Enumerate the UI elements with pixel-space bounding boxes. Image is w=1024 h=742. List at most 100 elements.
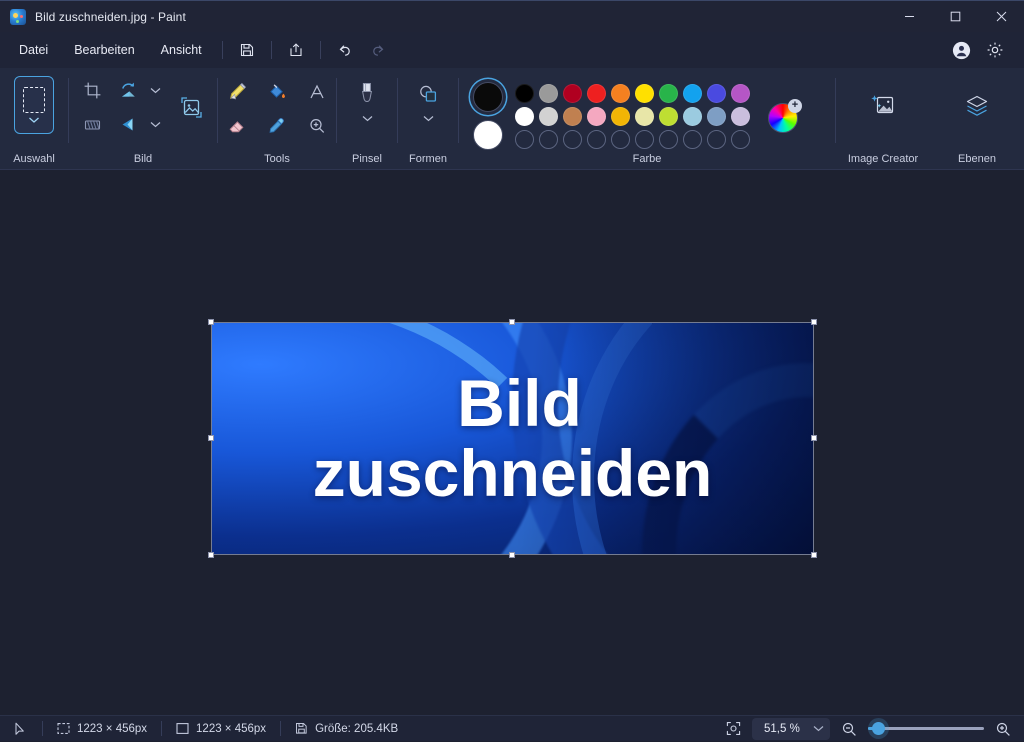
image-selection[interactable]: Bild zuschneiden xyxy=(212,323,813,554)
resize-image-icon[interactable] xyxy=(171,87,211,127)
pencil-icon[interactable] xyxy=(218,76,256,108)
secondary-color-swatch[interactable] xyxy=(473,120,503,150)
close-button[interactable] xyxy=(978,1,1024,33)
title-bar[interactable]: Bild zuschneiden.jpg - Paint xyxy=(0,0,1024,32)
redo-icon[interactable] xyxy=(364,36,394,64)
selection-handle-n[interactable] xyxy=(509,319,515,325)
color-swatch-r3-c1[interactable] xyxy=(515,130,534,149)
brush-icon[interactable] xyxy=(350,78,384,110)
flip-chevron-down-icon[interactable] xyxy=(147,108,163,140)
color-swatch-r1-c9[interactable] xyxy=(707,84,726,103)
image-creator-icon[interactable] xyxy=(851,80,915,132)
color-swatch-r2-c8[interactable] xyxy=(683,107,702,126)
ribbon-group-tools: Tools xyxy=(218,68,336,169)
rotate-chevron-down-icon[interactable] xyxy=(147,74,163,106)
menu-item-bearbeiten[interactable]: Bearbeiten xyxy=(62,36,146,64)
color-swatch-r1-c8[interactable] xyxy=(683,84,702,103)
color-swatch-r2-c5[interactable] xyxy=(611,107,630,126)
color-picker-icon[interactable] xyxy=(258,110,296,142)
crop-icon[interactable] xyxy=(75,74,109,106)
color-swatch-r2-c10[interactable] xyxy=(731,107,750,126)
gear-icon[interactable] xyxy=(980,35,1010,65)
color-swatch-r2-c6[interactable] xyxy=(635,107,654,126)
color-swatch-r2-c3[interactable] xyxy=(563,107,582,126)
selection-handle-sw[interactable] xyxy=(208,552,214,558)
menu-divider xyxy=(222,41,223,59)
flip-icon[interactable] xyxy=(111,108,145,140)
color-swatch-r1-c7[interactable] xyxy=(659,84,678,103)
paint-palette-icon xyxy=(10,9,26,25)
selection-handle-nw[interactable] xyxy=(208,319,214,325)
color-swatch-r2-c4[interactable] xyxy=(587,107,606,126)
menu-divider-2 xyxy=(271,41,272,59)
maximize-button[interactable] xyxy=(932,1,978,33)
canvas-area[interactable]: Windows-FAQ Bild zuschneiden xyxy=(0,170,1024,715)
color-swatch-r3-c8[interactable] xyxy=(683,130,702,149)
color-swatch-r3-c2[interactable] xyxy=(539,130,558,149)
color-swatch-r2-c2[interactable] xyxy=(539,107,558,126)
selection-handle-se[interactable] xyxy=(811,552,817,558)
primary-color-swatch[interactable] xyxy=(473,82,503,112)
zoom-in-button[interactable] xyxy=(992,718,1014,740)
account-avatar-icon[interactable] xyxy=(946,35,976,65)
color-swatch-r3-c5[interactable] xyxy=(611,130,630,149)
formen-chevron-down-icon[interactable] xyxy=(423,110,434,126)
color-swatch-r3-c7[interactable] xyxy=(659,130,678,149)
selection-size-icon xyxy=(57,722,70,735)
color-swatch-r1-c1[interactable] xyxy=(515,84,534,103)
menu-divider-3 xyxy=(320,41,321,59)
selection-handle-s[interactable] xyxy=(509,552,515,558)
color-swatch-r1-c6[interactable] xyxy=(635,84,654,103)
rectangular-selection-icon[interactable] xyxy=(14,76,54,134)
color-swatch-r2-c7[interactable] xyxy=(659,107,678,126)
color-swatch-r2-c1[interactable] xyxy=(515,107,534,126)
eraser-icon[interactable] xyxy=(218,110,256,142)
undo-icon[interactable] xyxy=(330,36,360,64)
shapes-icon[interactable] xyxy=(411,78,445,110)
image-caption-line2: zuschneiden xyxy=(212,442,813,505)
share-icon[interactable] xyxy=(281,36,311,64)
color-wheel-button[interactable]: + xyxy=(768,99,802,133)
color-swatch-r1-c4[interactable] xyxy=(587,84,606,103)
color-swatch-r3-c3[interactable] xyxy=(563,130,582,149)
rotate-icon[interactable] xyxy=(111,74,145,106)
selection-handle-ne[interactable] xyxy=(811,319,817,325)
layers-icon[interactable] xyxy=(945,80,1009,132)
color-swatch-r3-c4[interactable] xyxy=(587,130,606,149)
canvas-image[interactable]: Bild zuschneiden xyxy=(212,323,813,554)
window-controls xyxy=(886,1,1024,33)
color-swatch-r3-c9[interactable] xyxy=(707,130,726,149)
color-swatch-r1-c10[interactable] xyxy=(731,84,750,103)
menu-item-datei[interactable]: Datei xyxy=(7,36,60,64)
color-swatch-r1-c2[interactable] xyxy=(539,84,558,103)
fit-to-window-icon[interactable] xyxy=(722,718,744,740)
color-swatch-r3-c6[interactable] xyxy=(635,130,654,149)
ribbon-group-bild: Bild xyxy=(69,68,217,169)
text-icon[interactable] xyxy=(298,76,336,108)
minimize-button[interactable] xyxy=(886,1,932,33)
color-swatch-r3-c10[interactable] xyxy=(731,130,750,149)
magnifier-icon[interactable] xyxy=(298,110,336,142)
color-swatch-r1-c3[interactable] xyxy=(563,84,582,103)
menu-bar: Datei Bearbeiten Ansicht xyxy=(0,32,1024,68)
save-icon[interactable] xyxy=(232,36,262,64)
pinsel-chevron-down-icon[interactable] xyxy=(362,110,373,126)
zoom-slider-thumb[interactable] xyxy=(872,722,885,735)
fill-bucket-icon[interactable] xyxy=(258,76,296,108)
group-label-image-creator: Image Creator xyxy=(836,153,930,165)
resize-icon[interactable] xyxy=(75,108,109,140)
group-label-auswahl: Auswahl xyxy=(0,153,68,165)
image-caption-line1: Bild xyxy=(212,372,813,435)
zoom-slider[interactable] xyxy=(868,718,984,740)
zoom-level-dropdown[interactable]: 51,5 % xyxy=(752,718,830,740)
ribbon-group-formen: Formen xyxy=(398,68,458,169)
color-swatch-r2-c9[interactable] xyxy=(707,107,726,126)
ribbon-group-auswahl: Auswahl xyxy=(0,68,68,169)
canvas-size-value: 1223 × 456px xyxy=(196,723,266,735)
color-swatch-r1-c5[interactable] xyxy=(611,84,630,103)
selection-handle-e[interactable] xyxy=(811,435,817,441)
group-label-pinsel: Pinsel xyxy=(337,153,397,165)
selection-handle-w[interactable] xyxy=(208,435,214,441)
menu-item-ansicht[interactable]: Ansicht xyxy=(149,36,214,64)
zoom-out-button[interactable] xyxy=(838,718,860,740)
